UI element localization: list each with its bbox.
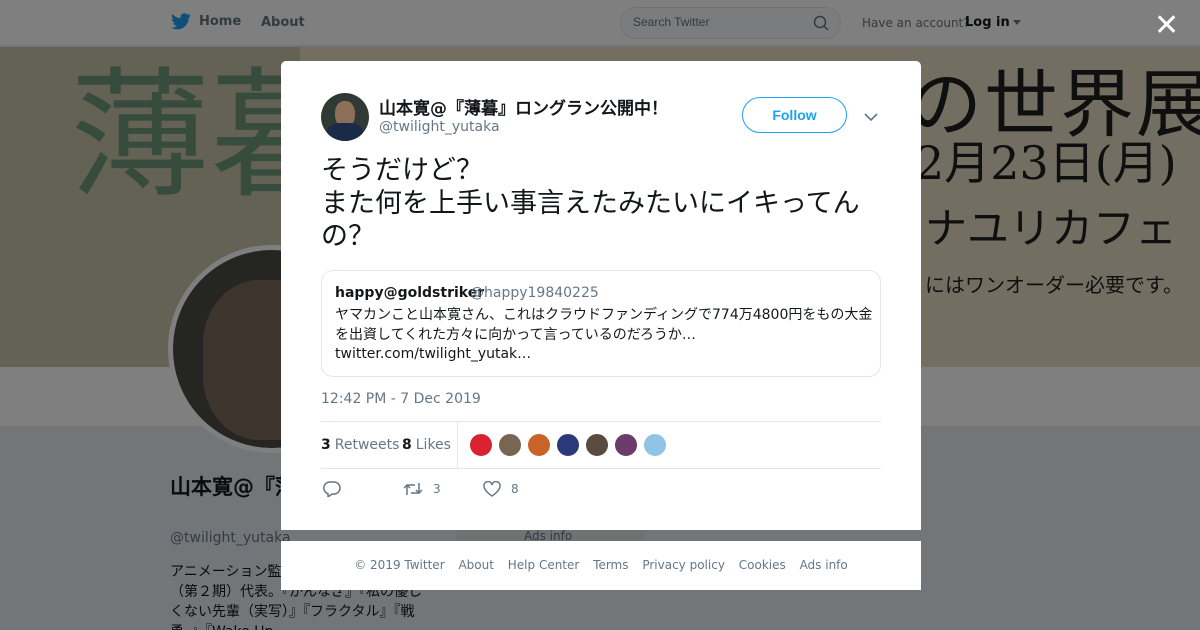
liker-avatar[interactable] (556, 433, 580, 457)
likes-count: 8 (402, 437, 412, 453)
like-button[interactable]: 8 (483, 481, 519, 497)
tweet-timestamp[interactable]: 12:42 PM - 7 Dec 2019 (321, 391, 481, 407)
heart-icon (483, 481, 501, 497)
tweet-modal: 山本寛@『薄暮』ロングラン公開中！ @twilight_yutaka Follo… (281, 61, 921, 530)
retweet-action-count: 3 (433, 482, 441, 496)
quoted-link[interactable]: twitter.com/twilight_yutak… (335, 346, 531, 362)
tweet-author-avatar[interactable] (321, 93, 369, 141)
liker-avatar[interactable] (527, 433, 551, 457)
quoted-author-handle: @happy19840225 (470, 285, 599, 301)
footer-about-link[interactable]: About (458, 558, 493, 572)
retweets-count: 3 (321, 437, 331, 453)
likes-label: Likes (415, 437, 451, 453)
liker-avatar[interactable] (498, 433, 522, 457)
quoted-author-name: happy@goldstriker (335, 285, 485, 301)
likes-stat[interactable]: 8 Likes (402, 437, 451, 453)
tweet-actions: 3 8 (321, 479, 881, 503)
tweet-stats: 3 Retweets 8 Likes (321, 421, 881, 469)
retweet-icon (403, 483, 423, 495)
tweet-text: そうだけど？ また何を上手い事言えたみたいにイキってんの？ (321, 155, 860, 252)
liker-avatar[interactable] (469, 433, 493, 457)
tweet-author-name[interactable]: 山本寛@『薄暮』ロングラン公開中！ (379, 94, 668, 119)
stats-divider (457, 422, 458, 468)
retweets-stat[interactable]: 3 Retweets (321, 437, 399, 453)
quoted-tweet[interactable]: happy@goldstriker @happy19840225 ヤマカンこと山… (321, 270, 881, 377)
retweets-label: Retweets (334, 437, 400, 453)
follow-button[interactable]: Follow (742, 97, 847, 133)
footer-cookies-link[interactable]: Cookies (739, 558, 786, 572)
quoted-text: ヤマカンこと山本寛さん、これはクラウドファンディングで774万4800円をもの大… (335, 307, 873, 343)
liker-avatar[interactable] (585, 433, 609, 457)
footer-privacy-link[interactable]: Privacy policy (642, 558, 725, 572)
close-icon[interactable]: ✕ (1154, 11, 1179, 41)
tweet-author-handle[interactable]: @twilight_yutaka (379, 119, 500, 135)
likers-avatars (469, 433, 667, 457)
reply-button[interactable] (323, 481, 351, 497)
liker-avatar[interactable] (643, 433, 667, 457)
footer-copyright: © 2019 Twitter (354, 558, 445, 572)
footer-help-link[interactable]: Help Center (508, 558, 580, 572)
modal-footer: © 2019 Twitter About Help Center Terms P… (281, 541, 921, 590)
chevron-down-icon[interactable] (864, 107, 878, 126)
footer-terms-link[interactable]: Terms (593, 558, 628, 572)
liker-avatar[interactable] (614, 433, 638, 457)
like-action-count: 8 (511, 482, 519, 496)
reply-icon (323, 481, 341, 497)
retweet-button[interactable]: 3 (403, 481, 441, 497)
footer-ads-link[interactable]: Ads info (800, 558, 848, 572)
